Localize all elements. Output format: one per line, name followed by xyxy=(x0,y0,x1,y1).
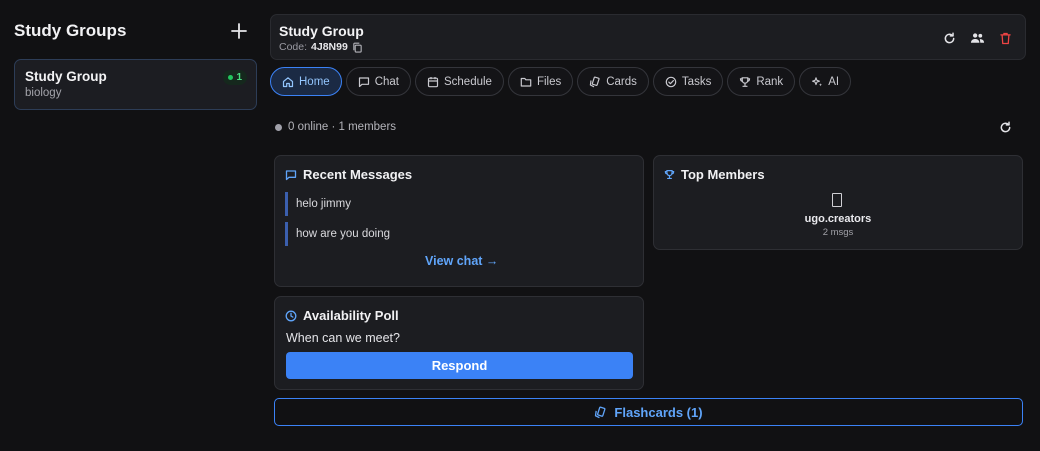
view-chat-link[interactable]: View chat → xyxy=(425,254,498,268)
clock-icon xyxy=(285,310,297,321)
member-name: ugo.creators xyxy=(804,213,872,225)
tab-label: Files xyxy=(536,75,562,88)
recent-messages-header: Recent Messages xyxy=(285,167,412,182)
group-subject: biology xyxy=(25,87,62,99)
message-item: helo jimmy xyxy=(285,192,585,216)
availability-poll-card: Availability Poll When can we meet? Resp… xyxy=(274,296,644,390)
tab-cards[interactable]: Cards xyxy=(577,67,649,96)
online-count: 1 xyxy=(236,72,242,83)
tab-label: Tasks xyxy=(681,75,712,88)
tab-rank[interactable]: Rank xyxy=(727,67,796,96)
tab-label: Rank xyxy=(756,75,784,88)
top-members-title: Top Members xyxy=(681,167,765,182)
copy-icon xyxy=(353,42,362,53)
tab-label: Cards xyxy=(606,75,637,88)
message-text: how are you doing xyxy=(296,228,390,240)
tab-chat[interactable]: Chat xyxy=(345,67,411,96)
refresh-button[interactable] xyxy=(940,29,958,47)
trash-icon xyxy=(999,32,1011,44)
cards-icon xyxy=(595,406,606,418)
tab-schedule[interactable]: Schedule xyxy=(414,67,504,96)
poll-question: When can we meet? xyxy=(286,331,400,345)
refresh-presence-button[interactable] xyxy=(996,118,1014,136)
tab-bar: Home Chat Schedule Files Cards Tasks Ran… xyxy=(270,67,852,96)
poll-header: Availability Poll xyxy=(285,308,399,323)
group-name: Study Group xyxy=(25,69,107,84)
group-header: Study Group Code: 4J8N99 xyxy=(270,14,1026,60)
poll-title: Availability Poll xyxy=(303,308,399,323)
recent-messages-card: Recent Messages helo jimmy how are you d… xyxy=(274,155,644,287)
plus-icon xyxy=(231,23,247,39)
message-item: how are you doing xyxy=(285,222,585,246)
sidebar-title: Study Groups xyxy=(14,21,127,40)
folder-icon xyxy=(520,77,532,87)
status-dot-icon xyxy=(275,123,282,131)
tab-label: Home xyxy=(299,75,330,88)
tab-home[interactable]: Home xyxy=(270,67,342,96)
top-members-header: Top Members xyxy=(664,167,765,182)
trophy-icon xyxy=(664,170,675,180)
message-text: helo jimmy xyxy=(296,198,351,210)
online-count-badge: 1 xyxy=(223,70,247,85)
members-icon xyxy=(970,33,984,43)
flashcards-button[interactable]: Flashcards (1) xyxy=(274,398,1023,426)
top-members-card: Top Members ugo.creators 2 msgs xyxy=(653,155,1023,250)
calendar-icon xyxy=(427,76,439,87)
member-msg-count: 2 msgs xyxy=(822,227,854,238)
refresh-icon xyxy=(1000,120,1010,132)
member-avatar-icon xyxy=(832,193,842,207)
tab-label: Schedule xyxy=(443,75,492,88)
presence-text: 0 online · 1 members xyxy=(288,121,397,133)
delete-group-button[interactable] xyxy=(996,29,1014,47)
tab-label: AI xyxy=(828,75,840,88)
code-label: Code: xyxy=(279,41,308,53)
code-value: 4J8N99 xyxy=(311,41,348,53)
chat-icon xyxy=(358,76,369,87)
check-circle-icon xyxy=(665,76,677,87)
online-dot-icon xyxy=(228,75,234,80)
refresh-icon xyxy=(944,31,954,43)
copy-code-button[interactable] xyxy=(352,42,363,53)
presence-status: 0 online · 1 members xyxy=(275,121,396,133)
tab-label: Chat xyxy=(374,75,399,88)
tab-files[interactable]: Files xyxy=(507,67,574,96)
home-icon xyxy=(282,76,294,87)
tab-ai[interactable]: AI xyxy=(799,67,852,96)
cards-icon xyxy=(590,76,600,87)
chat-icon xyxy=(285,169,297,180)
add-group-button[interactable] xyxy=(228,20,250,42)
recent-messages-title: Recent Messages xyxy=(303,167,413,182)
sparkles-icon xyxy=(812,76,823,86)
flashcards-label: Flashcards (1) xyxy=(614,404,703,420)
members-button[interactable] xyxy=(968,29,986,47)
group-code: Code: 4J8N99 xyxy=(279,41,363,53)
respond-button[interactable]: Respond xyxy=(286,352,633,379)
trophy-icon xyxy=(740,76,751,87)
group-item-study-group[interactable]: Study Group biology 1 xyxy=(14,59,257,110)
group-title: Study Group xyxy=(279,23,364,39)
tab-tasks[interactable]: Tasks xyxy=(652,67,724,96)
